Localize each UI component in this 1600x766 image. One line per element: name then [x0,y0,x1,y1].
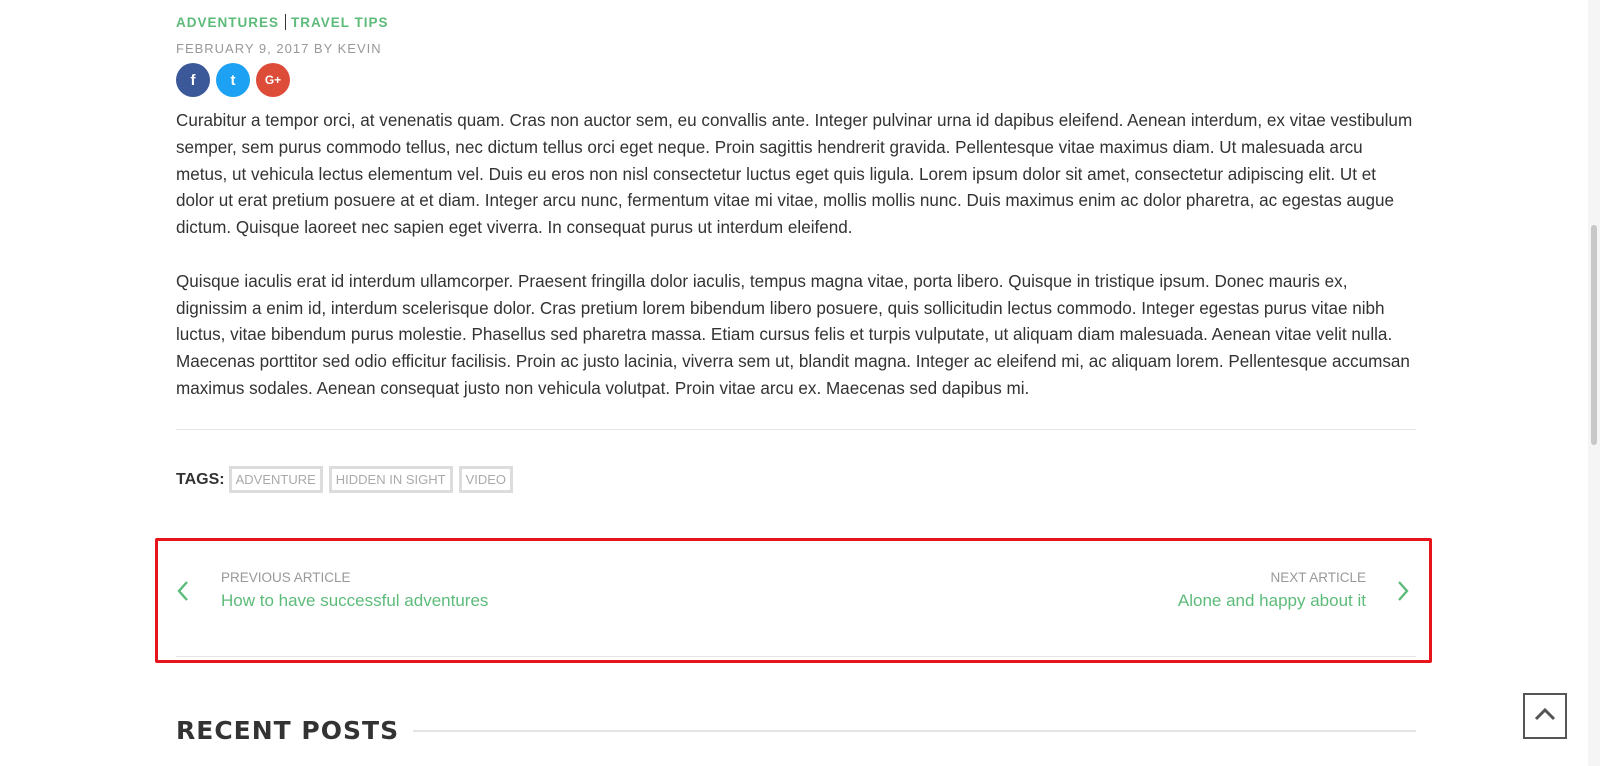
category-link[interactable]: ADVENTURES [176,15,279,30]
next-article-link[interactable]: NEXT ARTICLE Alone and happy about it [1178,570,1416,611]
google-plus-share-button[interactable]: G+ [256,63,290,97]
recent-posts-heading: RECENT POSTS [176,716,400,745]
tag-link[interactable]: HIDDEN IN SIGHT [328,466,453,493]
category-separator [285,14,287,30]
tag-link[interactable]: ADVENTURE [228,466,323,493]
chevron-up-icon [1534,707,1556,726]
recent-posts-header: RECENT POSTS [176,716,1416,745]
scrollbar-thumb[interactable] [1591,225,1597,445]
facebook-share-button[interactable]: f [176,63,210,97]
scroll-to-top-button[interactable] [1523,693,1567,739]
tags-label: TAGS: [176,470,225,488]
divider [176,429,1416,430]
chevron-left-icon [176,579,196,603]
chevron-right-icon [1396,579,1416,603]
social-share: f t G+ [176,63,290,97]
previous-article-kicker: PREVIOUS ARTICLE [221,570,351,585]
post-categories: ADVENTURES TRAVEL TIPS [176,14,389,30]
google-plus-icon: G+ [264,73,282,87]
twitter-icon: t [230,71,236,89]
divider [176,656,1416,657]
facebook-icon: f [190,71,196,89]
previous-article-link[interactable]: PREVIOUS ARTICLE How to have successful … [176,570,488,611]
twitter-share-button[interactable]: t [216,63,250,97]
post-meta: FEBRUARY 9, 2017 BY KEVIN [176,41,382,56]
next-article-kicker: NEXT ARTICLE [1270,570,1366,585]
article-body: Curabitur a tempor orci, at venenatis qu… [176,108,1416,430]
post-tags: TAGS: ADVENTURE HIDDEN IN SIGHT VIDEO [176,466,519,493]
previous-article-title[interactable]: How to have successful adventures [221,591,488,611]
next-article-title[interactable]: Alone and happy about it [1178,591,1366,611]
tag-link[interactable]: VIDEO [458,466,514,493]
page-scrollbar[interactable] [1588,0,1600,766]
article-paragraph: Quisque iaculis erat id interdum ullamco… [176,271,1410,398]
category-link[interactable]: TRAVEL TIPS [291,15,389,30]
article-paragraph: Curabitur a tempor orci, at venenatis qu… [176,111,1413,238]
heading-rule [413,729,1416,732]
